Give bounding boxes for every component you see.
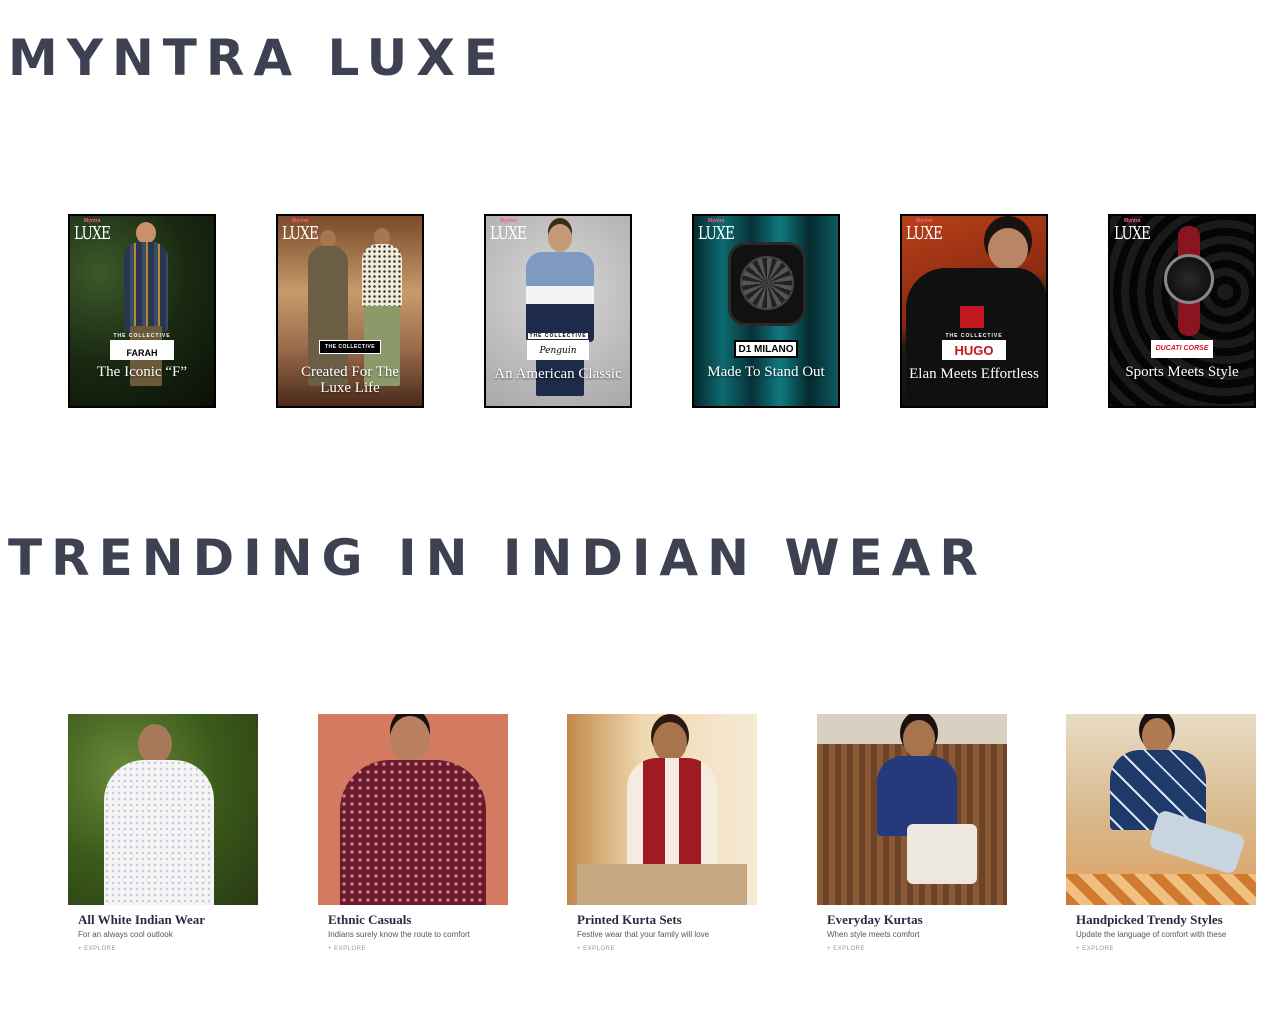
indian-wear-card-printed-kurta-sets[interactable]: Printed Kurta Sets Festive wear that you… bbox=[567, 714, 757, 964]
luxe-card-penguin[interactable]: Myntra LUXE THE COLLECTIVE Penguin An Ame… bbox=[484, 214, 632, 408]
luxe-badge: Myntra LUXE bbox=[74, 218, 111, 244]
hugo-tag-image bbox=[960, 306, 984, 328]
indian-wear-card-title: Printed Kurta Sets bbox=[577, 912, 682, 927]
luxe-card-caption: The Iconic “F” bbox=[97, 364, 187, 380]
luxe-card-caption: Elan Meets Effortless bbox=[909, 366, 1039, 382]
collective-tag: THE COLLECTIVE bbox=[945, 333, 1003, 339]
brand-logo-ducati-corse: DUCATI CORSE bbox=[1151, 340, 1213, 358]
indian-wear-card-all-white[interactable]: All White Indian Wear For an always cool… bbox=[68, 714, 258, 964]
indian-wear-card-subtitle: Update the language of comfort with thes… bbox=[1076, 930, 1227, 939]
brand-logo-penguin: Penguin bbox=[527, 340, 589, 360]
watch-image bbox=[1164, 254, 1214, 304]
indian-wear-card-title: Everyday Kurtas bbox=[827, 912, 923, 927]
indian-wear-card-image bbox=[68, 714, 258, 905]
brand-logo-hugo: HUGO bbox=[942, 340, 1006, 360]
model-figure bbox=[988, 228, 1028, 270]
explore-link[interactable]: + EXPLORE bbox=[827, 946, 865, 952]
luxe-card-hugo[interactable]: Myntra LUXE THE COLLECTIVE HUGO Elan Meet… bbox=[900, 214, 1048, 408]
indian-wear-card-subtitle: For an always cool outlook bbox=[78, 930, 173, 939]
indian-wear-card-title: Ethnic Casuals bbox=[328, 912, 412, 927]
luxe-badge: Myntra LUXE bbox=[282, 218, 319, 244]
brand-logo-d1-milano: D1 MILANO bbox=[734, 340, 798, 358]
explore-link[interactable]: + EXPLORE bbox=[1076, 946, 1114, 952]
indian-wear-card-subtitle: Indians surely know the route to comfort bbox=[328, 930, 470, 939]
luxe-badge: Myntra LUXE bbox=[490, 218, 527, 244]
indian-wear-card-image bbox=[1066, 714, 1256, 905]
indian-wear-card-subtitle: When style meets comfort bbox=[827, 930, 920, 939]
luxe-card-caption: Sports Meets Style bbox=[1125, 364, 1239, 380]
indian-wear-card-subtitle: Festive wear that your family will love bbox=[577, 930, 710, 939]
section-title-trending-indian-wear: TRENDING IN INDIAN WEAR bbox=[8, 529, 987, 587]
explore-link[interactable]: + EXPLORE bbox=[577, 946, 615, 952]
indian-wear-card-image bbox=[817, 714, 1007, 905]
explore-link[interactable]: + EXPLORE bbox=[78, 946, 116, 952]
luxe-card-the-collective[interactable]: Myntra LUXE THE COLLECTIVE Created For Th… bbox=[276, 214, 424, 408]
indian-wear-card-ethnic-casuals[interactable]: Ethnic Casuals Indians surely know the r… bbox=[318, 714, 508, 964]
luxe-card-caption: Made To Stand Out bbox=[707, 364, 825, 380]
indian-wear-card-everyday-kurtas[interactable]: Everyday Kurtas When style meets comfort… bbox=[817, 714, 1007, 964]
indian-wear-card-image bbox=[318, 714, 508, 905]
luxe-card-d1-milano[interactable]: Myntra LUXE D1 MILANO Made To Stand Out bbox=[692, 214, 840, 408]
indian-wear-card-handpicked-trendy[interactable]: Handpicked Trendy Styles Update the lang… bbox=[1066, 714, 1256, 964]
model-figure bbox=[136, 222, 156, 244]
luxe-badge: Myntra LUXE bbox=[698, 218, 735, 244]
indian-wear-card-title: All White Indian Wear bbox=[78, 912, 206, 927]
luxe-badge: Myntra LUXE bbox=[1114, 218, 1151, 244]
collective-tag: THE COLLECTIVE bbox=[113, 333, 171, 339]
indian-wear-card-title: Handpicked Trendy Styles bbox=[1076, 912, 1223, 927]
model-figure bbox=[548, 224, 572, 252]
luxe-card-ducati-corse[interactable]: Myntra LUXE DUCATI CORSE Sports Meets Sty… bbox=[1108, 214, 1256, 408]
brand-logo-farah: FARAH bbox=[110, 340, 174, 360]
brand-logo-the-collective: THE COLLECTIVE bbox=[319, 340, 381, 354]
luxe-card-caption: An American Classic bbox=[494, 366, 622, 382]
collective-tag: THE COLLECTIVE bbox=[528, 333, 588, 339]
indian-wear-card-image bbox=[567, 714, 757, 905]
luxe-card-caption: Created For The Luxe Life bbox=[300, 364, 400, 396]
explore-link[interactable]: + EXPLORE bbox=[328, 946, 366, 952]
luxe-card-farah[interactable]: Myntra LUXE THE COLLECTIVE FARAH The Icon… bbox=[68, 214, 216, 408]
section-title-myntra-luxe: MYNTRA LUXE bbox=[8, 29, 507, 87]
luxe-badge: Myntra LUXE bbox=[906, 218, 943, 244]
